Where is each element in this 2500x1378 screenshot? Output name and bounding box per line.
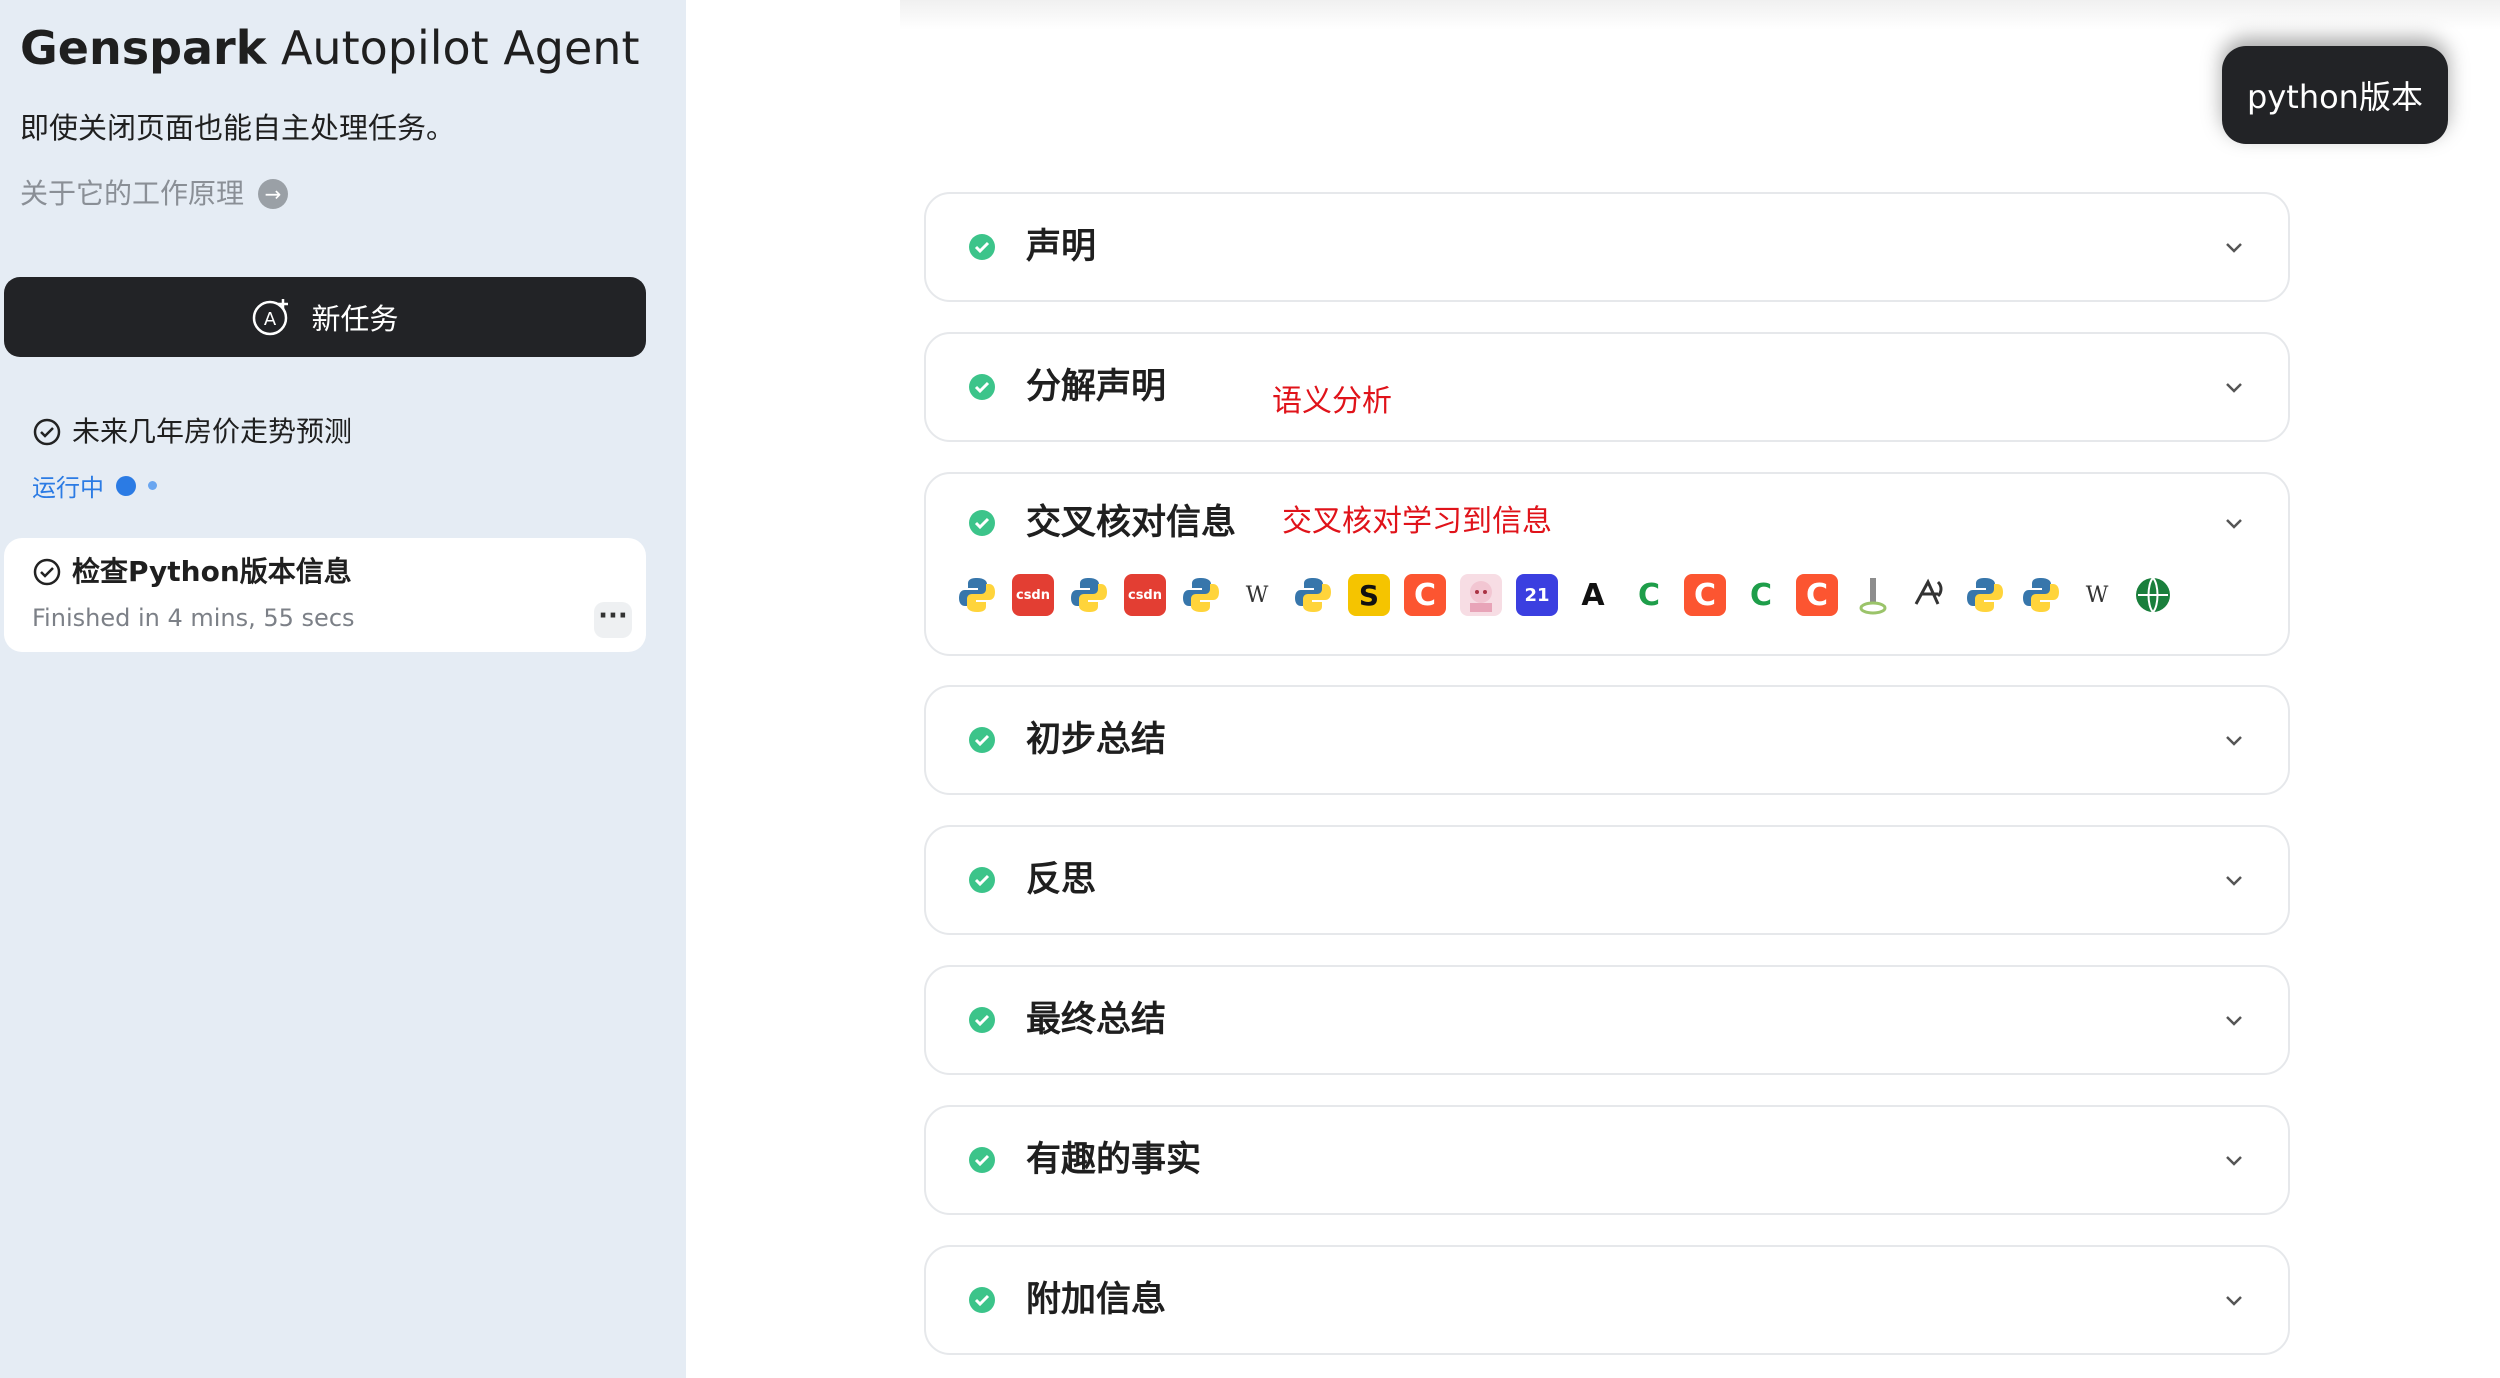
python-icon[interactable] [1180, 574, 1222, 616]
python-icon[interactable] [1292, 574, 1334, 616]
more-options-button[interactable]: ··· [594, 602, 632, 638]
section-card[interactable]: 附加信息 [924, 1245, 2290, 1355]
chevron-down-icon[interactable] [2222, 728, 2246, 752]
globe-icon[interactable] [2132, 574, 2174, 616]
21-logo-icon[interactable]: 21 [1516, 574, 1558, 616]
tagline: 即使关闭页面也能自主处理任务。 [20, 111, 456, 145]
chevron-down-icon[interactable] [2222, 1288, 2246, 1312]
section-card[interactable]: 声明 [924, 192, 2290, 302]
s-logo-icon[interactable]: S [1348, 574, 1390, 616]
running-dot-icon [116, 475, 136, 496]
running-dot-small-icon [148, 481, 157, 490]
section-title: 初步总结 [1026, 720, 1167, 760]
chevron-down-icon[interactable] [2222, 1148, 2246, 1172]
section-card[interactable]: 最终总结 [924, 965, 2290, 1075]
section-title: 有趣的事实 [1026, 1140, 1202, 1180]
section-card[interactable]: 交叉核对信息 交叉核对学习到信息 csdn csdn W S C 21 A C C C C W [924, 472, 2290, 656]
task-status-icon [33, 558, 61, 586]
c-orange-icon[interactable]: C [1684, 574, 1726, 616]
task-title-row: 未来几年房价走势预测 [32, 412, 632, 452]
chevron-down-icon[interactable] [2222, 235, 2246, 259]
task-item-running[interactable]: 未来几年房价走势预测 运行中 [32, 412, 632, 503]
anime-avatar-icon[interactable] [1460, 574, 1502, 616]
svg-text:A: A [264, 309, 277, 330]
running-label: 运行中 [32, 474, 104, 502]
chevron-down-icon[interactable] [2222, 511, 2246, 535]
brand-subtitle: Autopilot Agent [266, 21, 640, 75]
c-green-icon[interactable]: C [1628, 574, 1670, 616]
python-version-button[interactable]: python版本 [2222, 46, 2448, 144]
top-shadow [900, 0, 2500, 30]
running-status: 运行中 [32, 468, 632, 503]
brand-name: Genspark [20, 21, 267, 75]
check-circle-icon [968, 726, 996, 754]
section-title: 最终总结 [1026, 1000, 1167, 1040]
task-finished-time: Finished in 4 mins, 55 secs [32, 604, 355, 632]
section-title: 附加信息 [1026, 1280, 1167, 1320]
python-icon[interactable] [1964, 574, 2006, 616]
csdn-icon[interactable]: csdn [1124, 574, 1166, 616]
section-annotation: 交叉核对学习到信息 [1282, 504, 1552, 539]
how-it-works-link[interactable]: 关于它的工作原理 → [20, 172, 289, 216]
sketch-icon[interactable] [1908, 574, 1950, 616]
section-card[interactable]: 分解声明 语义分析 [924, 332, 2290, 442]
brand-title: Genspark Autopilot Agent [20, 14, 640, 82]
chevron-down-icon[interactable] [2222, 868, 2246, 892]
check-circle-icon [968, 1146, 996, 1174]
a-logo-icon[interactable]: A [1572, 574, 1614, 616]
python-icon[interactable] [956, 574, 998, 616]
arrow-right-icon: → [258, 179, 289, 209]
new-task-label: 新任务 [311, 302, 399, 336]
wikipedia-icon[interactable]: W [2076, 574, 2118, 616]
source-icons-row: csdn csdn W S C 21 A C C C C W [956, 574, 2188, 616]
new-task-icon: A [253, 299, 289, 336]
task-title-row: 检查Python版本信息 [32, 552, 352, 592]
section-card[interactable]: 反思 [924, 825, 2290, 935]
task-title: 检查Python版本信息 [72, 555, 352, 588]
c-green-icon[interactable]: C [1740, 574, 1782, 616]
section-card[interactable]: 初步总结 [924, 685, 2290, 795]
python-icon[interactable] [1068, 574, 1110, 616]
check-circle-icon [968, 1006, 996, 1034]
chevron-down-icon[interactable] [2222, 1008, 2246, 1032]
section-title: 分解声明 [1026, 367, 1167, 407]
section-title: 声明 [1026, 227, 1097, 267]
new-task-button[interactable]: A 新任务 [4, 277, 646, 357]
task-status-icon [33, 418, 61, 446]
check-circle-icon [968, 1286, 996, 1314]
section-title: 交叉核对信息 [1026, 503, 1237, 543]
check-circle-icon [968, 373, 996, 401]
check-circle-icon [968, 509, 996, 537]
pin-icon[interactable] [1852, 574, 1894, 616]
check-circle-icon [968, 233, 996, 261]
chevron-down-icon[interactable] [2222, 375, 2246, 399]
section-title: 反思 [1026, 860, 1097, 900]
python-icon[interactable] [2020, 574, 2062, 616]
wikipedia-icon[interactable]: W [1236, 574, 1278, 616]
task-item-finished[interactable]: 检查Python版本信息 Finished in 4 mins, 55 secs… [4, 538, 646, 652]
task-title: 未来几年房价走势预测 [72, 415, 353, 448]
how-it-works-label: 关于它的工作原理 [20, 177, 245, 210]
section-annotation: 语义分析 [1272, 384, 1392, 419]
check-circle-icon [968, 866, 996, 894]
c-orange-icon[interactable]: C [1796, 574, 1838, 616]
csdn-icon[interactable]: csdn [1012, 574, 1054, 616]
c-orange-icon[interactable]: C [1404, 574, 1446, 616]
sidebar: Genspark Autopilot Agent 即使关闭页面也能自主处理任务。… [0, 0, 686, 1378]
section-card[interactable]: 有趣的事实 [924, 1105, 2290, 1215]
